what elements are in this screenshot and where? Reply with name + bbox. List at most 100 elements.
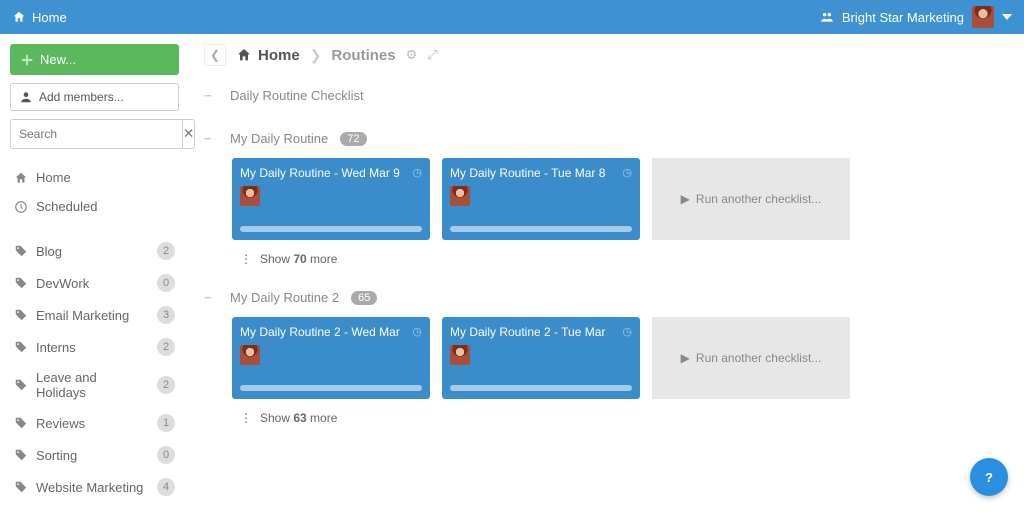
tag-icon — [14, 448, 28, 462]
expand-icon[interactable]: ⤢ — [427, 47, 437, 63]
avatar[interactable] — [972, 6, 994, 28]
collapse-icon: − — [204, 131, 218, 146]
nav-label: Interns — [36, 340, 149, 355]
nav-label: Sorting — [36, 448, 149, 463]
count-badge: 0 — [157, 274, 175, 292]
nav-tags: Blog2DevWork0Email Marketing3Interns2Lea… — [10, 235, 179, 503]
nav-home[interactable]: Home — [10, 163, 179, 192]
tag-icon — [14, 340, 28, 354]
section-header[interactable]: −Daily Routine Checklist — [204, 82, 1010, 115]
help-fab[interactable]: ? — [970, 458, 1008, 496]
clock-icon: ◷ — [412, 325, 422, 338]
card-title: My Daily Routine 2 - Wed Mar — [240, 325, 422, 339]
collapse-icon: − — [204, 88, 218, 103]
main-content: ❮ Home ❯ Routines ⚙ ⤢ −Daily Routine Che… — [190, 34, 1024, 512]
more-icon: ⋮ — [240, 252, 252, 266]
clock-icon: ◷ — [622, 166, 632, 179]
play-icon: ▶ — [681, 351, 690, 365]
nav-tag[interactable]: DevWork 0 — [10, 267, 179, 299]
nav-tag[interactable]: Email Marketing 3 — [10, 299, 179, 331]
card-title: My Daily Routine - Tue Mar 8 — [450, 166, 632, 180]
breadcrumb-back[interactable]: ❮ — [204, 44, 226, 66]
help-icon: ? — [985, 470, 993, 485]
nav-tag[interactable]: Leave and Holidays 2 — [10, 363, 179, 407]
progress-bar — [240, 226, 422, 232]
chevron-right-icon: ❯ — [310, 47, 322, 64]
nav-tag[interactable]: Reviews1 — [10, 407, 179, 439]
run-checklist-button[interactable]: ▶ Run another checklist... — [652, 317, 850, 399]
search-input[interactable] — [10, 119, 183, 149]
user-icon — [19, 90, 33, 104]
nav-label: Website Marketing — [36, 480, 149, 495]
home-icon — [12, 10, 26, 24]
run-checklist-button[interactable]: ▶Run another checklist... — [652, 158, 850, 240]
checklist-card[interactable]: My Daily Routine 2 - Wed Mar◷ — [232, 317, 430, 399]
add-members-button[interactable]: Add members... — [10, 83, 179, 111]
count-badge: 2 — [157, 242, 175, 260]
progress-bar — [450, 226, 632, 232]
avatar — [450, 345, 470, 365]
section-title: My Daily Routine — [230, 131, 328, 146]
add-members-label: Add members... — [39, 90, 124, 104]
chevron-left-icon: ❮ — [210, 48, 220, 62]
run-label: Run another checklist... — [696, 351, 821, 365]
nav-label: Home — [36, 170, 175, 185]
avatar — [240, 186, 260, 206]
tag-icon — [14, 378, 28, 392]
avatar — [240, 345, 260, 365]
nav-label: Leave and Holidays — [36, 370, 149, 400]
nav-label: DevWork — [36, 276, 149, 291]
org-name[interactable]: Bright Star Marketing — [842, 10, 964, 25]
section-title: My Daily Routine 2 — [230, 290, 339, 305]
count-badge: 3 — [157, 306, 175, 324]
checklist-card[interactable]: My Daily Routine - Tue Mar 8◷ — [442, 158, 640, 240]
section-title: Daily Routine Checklist — [230, 88, 364, 103]
avatar — [450, 186, 470, 206]
plus-icon — [20, 53, 34, 67]
section-count: 72 — [340, 132, 366, 146]
card-title: My Daily Routine - Wed Mar 9 — [240, 166, 422, 180]
progress-bar — [450, 385, 632, 391]
breadcrumb-routines[interactable]: Routines — [331, 47, 395, 64]
home-icon — [14, 171, 28, 185]
tag-icon — [14, 244, 28, 258]
tag-icon — [14, 480, 28, 494]
checklist-card[interactable]: My Daily Routine 2 - Tue Mar◷ — [442, 317, 640, 399]
run-label: Run another checklist... — [696, 192, 821, 206]
clock-icon: ◷ — [622, 325, 632, 338]
nav-tag[interactable]: Interns 2 — [10, 331, 179, 363]
show-more-label: Show 63 more — [260, 411, 337, 425]
caret-down-icon[interactable] — [1002, 10, 1012, 24]
count-badge: 2 — [157, 338, 175, 356]
new-button[interactable]: New... — [10, 44, 179, 75]
section-count: 65 — [351, 291, 377, 305]
tag-icon — [14, 276, 28, 290]
show-more[interactable]: ⋮Show 70 more — [204, 240, 1010, 274]
nav-tag[interactable]: Website Marketing4 — [10, 471, 179, 503]
breadcrumb-home-label: Home — [258, 47, 300, 64]
new-label: New... — [40, 52, 76, 67]
count-badge: 0 — [157, 446, 175, 464]
nav-primary: Home Scheduled — [10, 163, 179, 221]
breadcrumb-home[interactable]: Home — [236, 47, 300, 64]
section-header[interactable]: −My Daily Routine 265 — [204, 284, 1010, 317]
tag-icon — [14, 416, 28, 430]
count-badge: 2 — [157, 376, 175, 394]
count-badge: 1 — [157, 414, 175, 432]
org-icon — [820, 10, 834, 24]
nav-label: Email Marketing — [36, 308, 149, 323]
more-icon: ⋮ — [240, 411, 252, 425]
topbar-home-link[interactable]: Home — [12, 10, 67, 25]
show-more[interactable]: ⋮ Show 63 more — [204, 399, 1010, 433]
nav-label: Scheduled — [36, 199, 175, 214]
sidebar: New... Add members... ✕ Home Scheduled B… — [0, 34, 190, 512]
card-title: My Daily Routine 2 - Tue Mar — [450, 325, 632, 339]
checklist-card[interactable]: My Daily Routine - Wed Mar 9◷ — [232, 158, 430, 240]
topbar-home-label: Home — [32, 10, 67, 25]
clock-icon: ◷ — [412, 166, 422, 179]
nav-tag[interactable]: Blog2 — [10, 235, 179, 267]
section-header[interactable]: −My Daily Routine 72 — [204, 125, 1010, 158]
nav-scheduled[interactable]: Scheduled — [10, 192, 179, 221]
gear-icon[interactable]: ⚙ — [406, 47, 418, 63]
nav-tag[interactable]: Sorting 0 — [10, 439, 179, 471]
